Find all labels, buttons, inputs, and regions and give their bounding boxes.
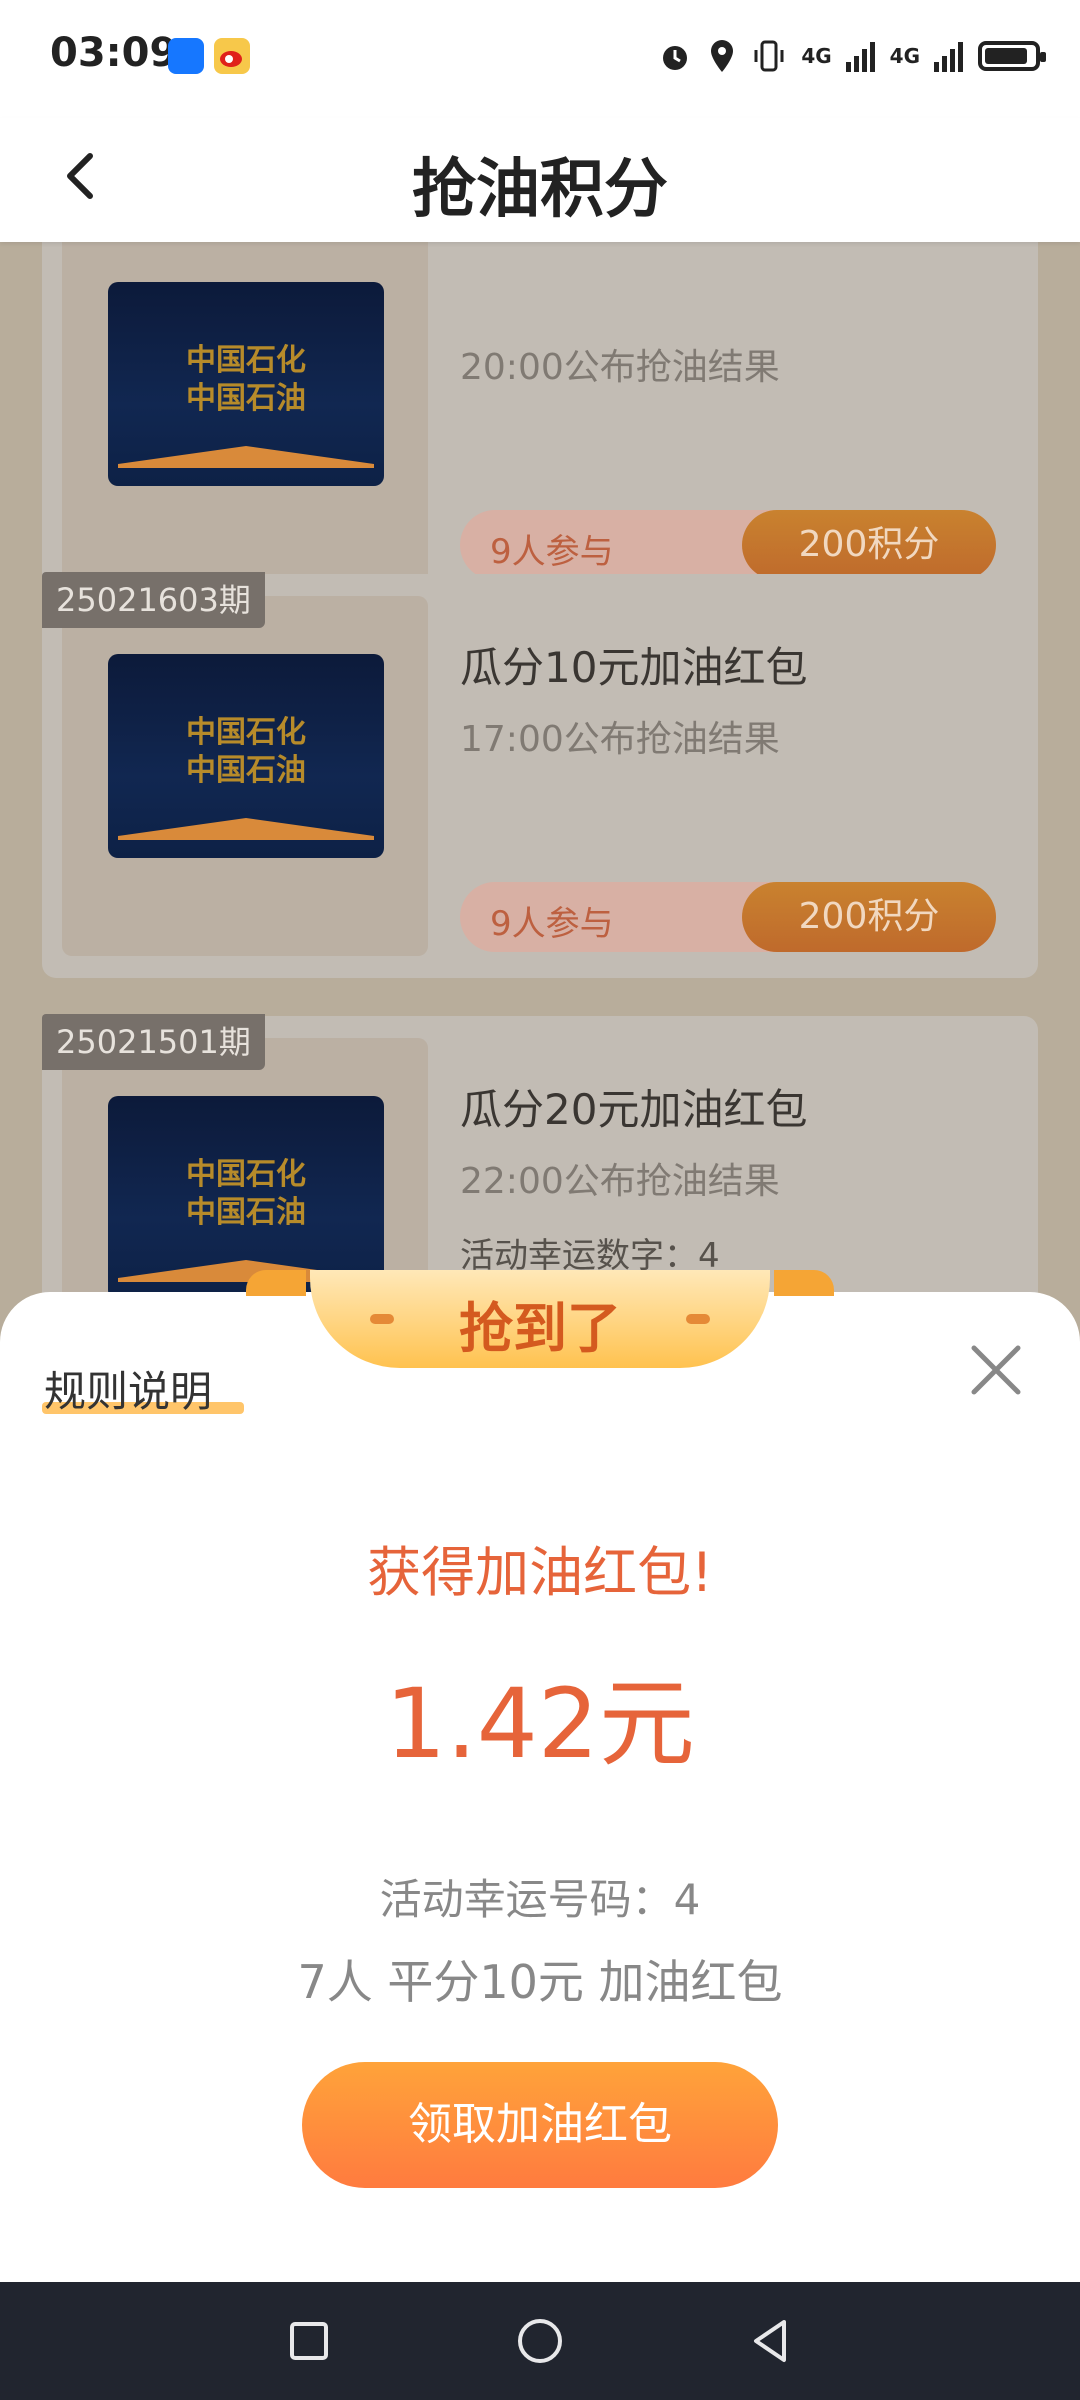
network-type-2: 4G [889,44,920,68]
split-info: 7人 平分10元 加油红包 [297,1955,783,2009]
card-title: 瓜分10元加油红包 [460,643,808,692]
signal-icon [845,42,875,72]
points-button[interactable]: 200积分 [742,882,996,952]
sheet-tab-label: 抢到了 [459,1297,621,1360]
battery-icon [978,41,1046,71]
signal-icon-2 [934,42,963,72]
participants-count: 9人参与 [490,904,614,944]
rules-link[interactable]: 规则说明 [44,1358,212,1421]
participants-count: 9人参与 [490,532,614,572]
period-badge: 25021603期 [42,572,265,628]
status-icons: 4G 4G [657,34,1046,78]
card-result-time: 20:00公布抢油结果 [460,347,780,388]
result-headline: 获得加油红包! [367,1541,713,1604]
home-button[interactable] [509,2310,571,2372]
recent-apps-button[interactable] [278,2310,340,2372]
card-result-time: 17:00公布抢油结果 [460,719,780,760]
circle-icon [518,2319,562,2363]
sheet-header-tab: 抢到了 [246,1270,834,1380]
status-bar: 03:09 4G 4G [0,0,1080,118]
vibrate-icon [754,40,784,72]
weibo-icon [214,38,250,74]
points-button[interactable]: 200积分 [742,510,996,580]
close-button[interactable] [966,1340,1026,1400]
nav-header: 抢油积分 [0,118,1080,242]
page-title: 抢油积分 [412,153,668,227]
result-sheet: 抢到了 规则说明 获得加油红包! 1.42元 活动幸运号码：4 7人 平分10元… [0,1270,1080,2282]
gas-station-image: 中国石化 中国石油 [108,654,384,858]
claim-button[interactable]: 领取加油红包 [302,2062,778,2188]
system-back-button[interactable] [740,2310,802,2372]
participants-pill: 9人参与 200积分 [460,510,996,580]
alarm-icon [663,46,688,70]
activity-card[interactable]: 中国石化 中国石油 20:00公布抢油结果 9人参与 200积分 [42,202,1038,606]
close-icon [971,1345,1021,1395]
result-amount: 1.42元 [385,1668,695,1780]
alipay-icon [168,38,204,74]
system-nav-bar [0,2282,1080,2400]
lucky-number: 活动幸运号码：4 [379,1875,701,1924]
participants-pill: 9人参与 200积分 [460,882,996,952]
period-badge: 25021501期 [42,1014,265,1070]
location-icon [711,40,734,72]
square-icon [290,2322,328,2360]
card-title: 瓜分20元加油红包 [460,1085,808,1134]
card-result-time: 22:00公布抢油结果 [460,1161,780,1202]
activity-card[interactable]: 25021603期 中国石化 中国石油 瓜分10元加油红包 17:00公布抢油结果… [42,572,1038,978]
gas-station-image: 中国石化 中国石油 [108,282,384,486]
triangle-back-icon [754,2320,786,2362]
network-type-1: 4G [801,44,832,68]
activity-list: 中国石化 中国石油 20:00公布抢油结果 9人参与 200积分 25021603… [0,202,1080,1420]
status-time: 03:09 [50,30,178,76]
